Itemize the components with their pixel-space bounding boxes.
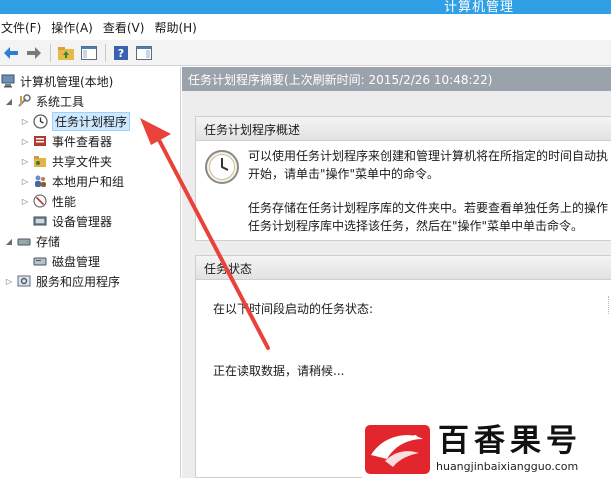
overview-text-1b: 开始，请单击"操作"菜单中的命令。 — [248, 167, 440, 181]
help-icon: ? — [114, 45, 128, 60]
expand-triangle-icon[interactable]: ▷ — [20, 117, 30, 126]
overview-title[interactable]: 任务计划程序概述 — [196, 117, 611, 141]
computer-management-icon — [0, 73, 16, 89]
watermark-text: 百香果号 — [438, 423, 582, 459]
tree-item-storage[interactable]: ◢ 存储 — [4, 231, 60, 251]
disk-icon — [32, 253, 48, 269]
tree-item-device-manager[interactable]: 设备管理器 — [32, 211, 112, 231]
tree-item-label: 计算机管理(本地) — [20, 74, 114, 89]
tree-item-label: 任务计划程序 — [52, 111, 131, 131]
users-icon — [32, 173, 48, 189]
toolbar-separator — [105, 43, 106, 62]
properties-pane-button[interactable] — [133, 42, 155, 64]
tree-item-shared-folders[interactable]: ▷ 共享文件夹 — [20, 151, 112, 171]
navigation-tree: 计算机管理(本地) ◢ 系统工具 ▷ 任务计划程序 ▷ 事件查看器 ▷ 共享文件… — [0, 67, 181, 478]
tree-item-performance[interactable]: ▷ 性能 — [20, 191, 76, 211]
forward-arrow-icon — [27, 46, 41, 59]
task-status-period-label: 在以下时间段启动的任务状态: — [213, 302, 374, 316]
window-title: 计算机管理 — [444, 0, 515, 14]
expand-triangle-icon[interactable]: ▷ — [4, 277, 14, 286]
event-viewer-icon — [32, 133, 48, 149]
tree-item-services-applications[interactable]: ▷ 服务和应用程序 — [4, 271, 120, 291]
show-hide-tree-button[interactable] — [78, 42, 100, 64]
clock-icon — [32, 113, 48, 129]
menu-file[interactable]: 文件(F) — [0, 19, 45, 36]
up-folder-icon — [58, 46, 74, 60]
expand-triangle-icon[interactable]: ▷ — [20, 177, 30, 186]
up-button[interactable] — [55, 42, 77, 64]
tree-item-label: 事件查看器 — [52, 134, 113, 149]
toolbar-separator — [50, 43, 51, 62]
svg-text:?: ? — [118, 47, 124, 60]
back-arrow-icon — [4, 46, 18, 59]
tree-item-event-viewer[interactable]: ▷ 事件查看器 — [20, 131, 112, 151]
help-button[interactable]: ? — [110, 42, 132, 64]
tree-item-label: 设备管理器 — [52, 214, 113, 229]
tree-item-local-users[interactable]: ▷ 本地用户和组 — [20, 171, 124, 191]
overview-text-1a: 可以使用任务计划程序来创建和管理计算机将在所指定的时间自动执 — [248, 149, 609, 163]
title-bar: 计算机管理 — [0, 0, 611, 14]
collapse-triangle-icon[interactable]: ◢ — [4, 237, 14, 246]
tree-item-label: 磁盘管理 — [52, 254, 101, 269]
toolbar: ? — [0, 40, 611, 66]
show-hide-tree-icon — [81, 45, 97, 60]
menu-help[interactable]: 帮助(H) — [150, 19, 200, 36]
tree-item-label: 存储 — [36, 234, 61, 249]
tree-item-task-scheduler[interactable]: ▷ 任务计划程序 — [20, 111, 131, 131]
device-manager-icon — [32, 213, 48, 229]
tree-item-disk-management[interactable]: 磁盘管理 — [32, 251, 100, 271]
menu-bar: 文件(F) 操作(A) 查看(V) 帮助(H) — [0, 14, 611, 40]
tree-item-computer-management[interactable]: 计算机管理(本地) — [0, 71, 113, 91]
watermark-url: huangjinbaixiangguo.com — [436, 460, 579, 473]
watermark: 百香果号 huangjinbaixiangguo.com — [362, 422, 611, 478]
tree-item-system-tools[interactable]: ◢ 系统工具 — [4, 91, 84, 111]
menu-view[interactable]: 查看(V) — [99, 19, 149, 36]
expand-triangle-icon[interactable]: ▷ — [20, 197, 30, 206]
overview-text-2b: 任务计划程序库中选择该任务，然后在"操作"菜单中单击命令。 — [248, 219, 584, 233]
overview-section: 任务计划程序概述 可以使用任务计划程序来创建和管理计算机将在所指定的时间自动执 … — [195, 116, 611, 241]
tree-item-label: 本地用户和组 — [52, 174, 125, 189]
tree-item-label: 系统工具 — [36, 94, 85, 109]
tree-item-label: 服务和应用程序 — [36, 274, 121, 289]
loading-message: 正在读取数据，请稍候... — [213, 364, 345, 378]
watermark-logo — [365, 425, 430, 474]
forward-button[interactable] — [23, 42, 45, 64]
expand-triangle-icon[interactable]: ▷ — [20, 137, 30, 146]
properties-pane-icon — [136, 45, 152, 60]
overview-text-2a: 任务存储在任务计划程序库的文件夹中。若要查看单独任务上的操作 — [248, 201, 609, 215]
collapse-triangle-icon[interactable]: ◢ — [4, 97, 14, 106]
task-status-title[interactable]: 任务状态 — [196, 256, 611, 280]
services-icon — [16, 273, 32, 289]
shared-folder-icon — [32, 153, 48, 169]
expand-triangle-icon[interactable]: ▷ — [20, 157, 30, 166]
content-pane: 任务计划程序摘要(上次刷新时间: 2015/2/26 10:48:22) 任务计… — [182, 67, 611, 478]
tree-item-label: 性能 — [52, 194, 77, 209]
clock-icon — [205, 150, 239, 184]
menu-action[interactable]: 操作(A) — [47, 19, 97, 36]
performance-icon — [32, 193, 48, 209]
system-tools-icon — [16, 93, 32, 109]
storage-icon — [16, 233, 32, 249]
tree-item-label: 共享文件夹 — [52, 154, 113, 169]
back-button[interactable] — [0, 42, 22, 64]
summary-header: 任务计划程序摘要(上次刷新时间: 2015/2/26 10:48:22) — [182, 67, 611, 91]
